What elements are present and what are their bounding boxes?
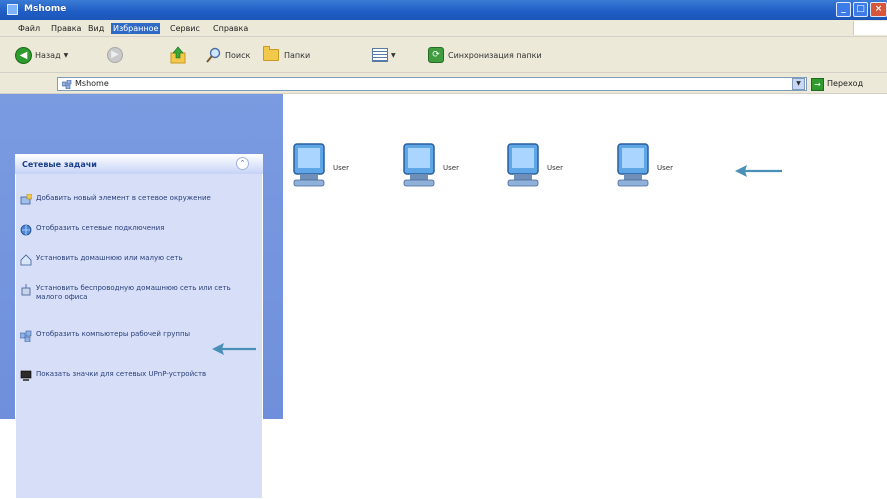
- computer-label: User: [547, 164, 563, 172]
- add-network-place-icon: [20, 194, 32, 205]
- computer-icon: [293, 143, 325, 187]
- computer-icon: [617, 143, 649, 187]
- task-show-workgroup-computers[interactable]: Отобразить компьютеры рабочей группы: [36, 330, 246, 339]
- search-label: Поиск: [225, 50, 251, 60]
- address-input[interactable]: [57, 77, 807, 91]
- windows-logo-area: [853, 21, 887, 35]
- folder-icon: [263, 46, 279, 61]
- address-dropdown-button[interactable]: ▼: [792, 78, 805, 90]
- menu-file[interactable]: Файл: [16, 23, 42, 34]
- maximize-button[interactable]: □: [853, 2, 868, 17]
- network-tasks-title: Сетевые задачи: [22, 160, 97, 169]
- menu-edit[interactable]: Правка: [49, 23, 83, 34]
- workgroup-computers-icon: [20, 330, 32, 342]
- task-setup-home-network[interactable]: Установить домашнюю или малую сеть: [36, 254, 246, 263]
- network-tasks-box: [15, 154, 263, 499]
- sync-icon: ⟳: [428, 47, 444, 63]
- forward-arrow-icon: ▶: [107, 47, 123, 63]
- menu-view[interactable]: Вид: [86, 23, 106, 34]
- go-button[interactable]: →: [811, 78, 824, 91]
- menu-tools[interactable]: Сервис: [168, 23, 202, 34]
- home-network-icon: [20, 254, 32, 266]
- network-connections-icon: [20, 224, 32, 236]
- back-label: Назад: [35, 50, 61, 60]
- address-bar: Mshome ▼ → Переход: [0, 72, 887, 94]
- chevron-down-icon: ▼: [63, 51, 69, 59]
- computer-label: User: [333, 164, 349, 172]
- toolbar: ◀ Назад ▼ ▶ Поиск Папки ▼ ⟳ Синхронизаци…: [0, 37, 887, 72]
- wireless-network-icon: [21, 284, 31, 296]
- workgroup-icon: [62, 80, 72, 89]
- title-bar: Mshome _ □ ×: [0, 0, 887, 20]
- chevron-down-icon: ▼: [391, 51, 396, 59]
- content-area: [283, 94, 887, 419]
- folder-app-icon: [7, 4, 18, 15]
- back-arrow-icon: ◀: [15, 46, 32, 64]
- close-button[interactable]: ×: [870, 2, 887, 17]
- computer-label: User: [443, 164, 459, 172]
- views-icon: [372, 48, 388, 62]
- go-label[interactable]: Переход: [827, 79, 863, 88]
- folders-button[interactable]: Папки: [263, 44, 310, 66]
- back-button[interactable]: ◀ Назад ▼: [15, 44, 68, 66]
- task-add-network-place[interactable]: Добавить новый элемент в сетевое окружен…: [36, 194, 246, 203]
- collapse-button[interactable]: ⌃: [236, 157, 249, 170]
- folders-label: Папки: [284, 50, 311, 60]
- menu-bar: Файл Правка Вид Избранное Сервис Справка: [0, 20, 887, 37]
- up-folder-icon: [170, 46, 186, 64]
- search-button[interactable]: Поиск: [205, 44, 250, 66]
- search-icon: [206, 47, 221, 63]
- task-show-upnp-icons[interactable]: Показать значки для сетевых UPnP-устройс…: [36, 370, 246, 379]
- computer-icon: [507, 143, 539, 187]
- sync-folders-button[interactable]: ⟳ Синхронизация папки: [428, 44, 542, 66]
- views-button[interactable]: ▼: [372, 44, 396, 66]
- menu-favorites[interactable]: Избранное: [111, 23, 161, 34]
- computer-label: User: [657, 164, 673, 172]
- computer-icon: [403, 143, 435, 187]
- task-setup-wireless-network[interactable]: Установить беспроводную домашнюю сеть ил…: [36, 284, 246, 302]
- annotation-arrow-icon: [212, 343, 256, 355]
- address-value: Mshome: [75, 79, 109, 88]
- forward-button[interactable]: ▶: [107, 44, 123, 66]
- minimize-button[interactable]: _: [836, 2, 851, 17]
- up-folder-button[interactable]: [170, 44, 186, 66]
- menu-help[interactable]: Справка: [211, 23, 250, 34]
- task-show-network-connections[interactable]: Отобразить сетевые подключения: [36, 224, 246, 233]
- upnp-devices-icon: [20, 370, 32, 381]
- annotation-arrow-icon: [735, 165, 782, 177]
- window-title: Mshome: [24, 4, 67, 14]
- sync-label: Синхронизация папки: [448, 50, 542, 60]
